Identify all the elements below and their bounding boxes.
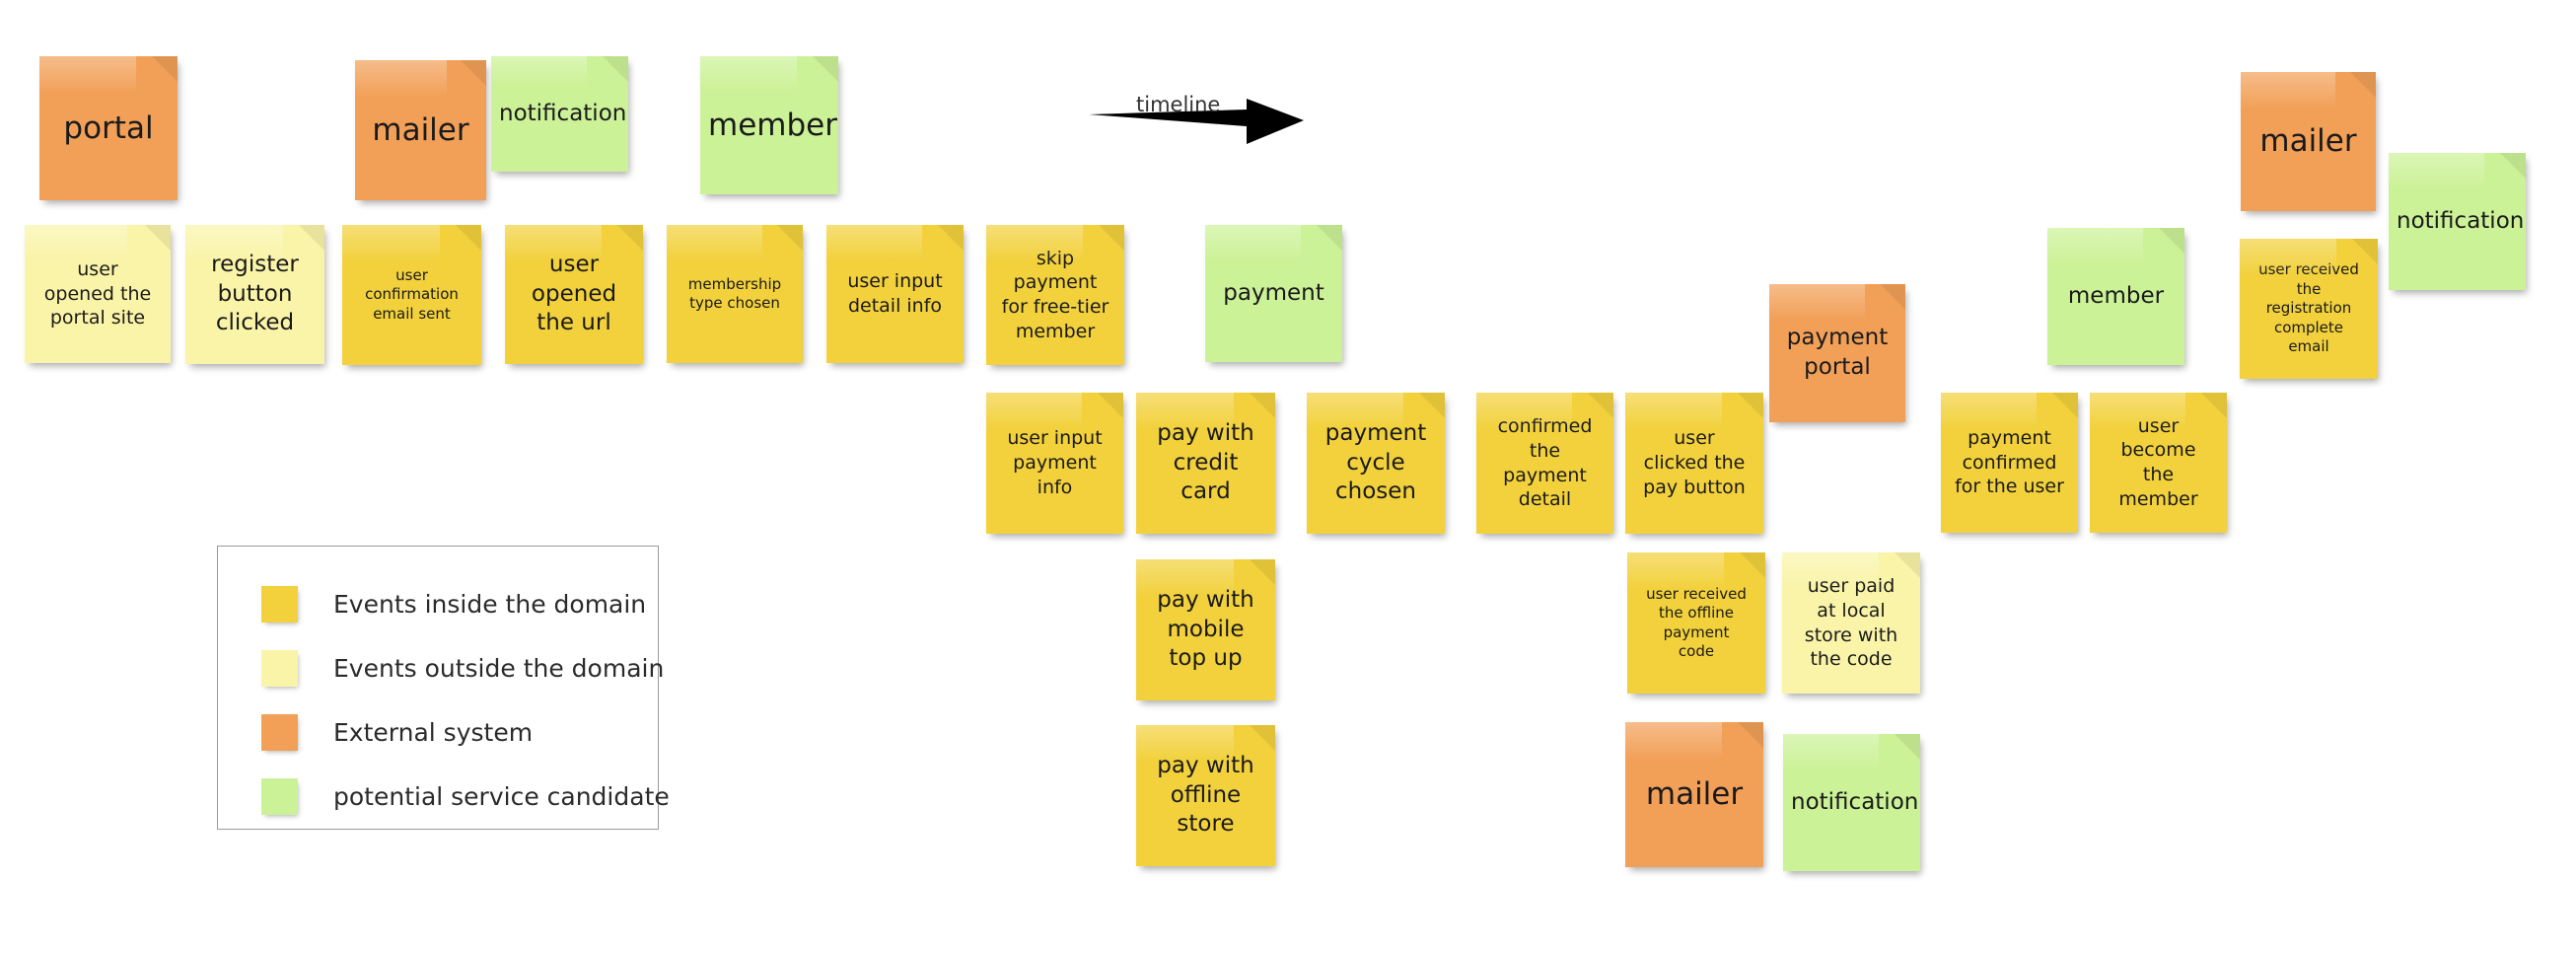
sticky-note-text: notification xyxy=(1791,788,1919,815)
sticky-note[interactable]: skip payment for free-tier member xyxy=(986,225,1124,365)
sticky-note[interactable]: user opened the portal site xyxy=(25,225,171,363)
sticky-note-text: user received the offline payment code xyxy=(1646,584,1747,661)
sticky-note-text: pay with offline store xyxy=(1157,752,1254,838)
sticky-note[interactable]: user received the offline payment code xyxy=(1627,552,1765,694)
sticky-note[interactable]: confirmed the payment detail xyxy=(1476,393,1613,534)
legend-swatch-inside xyxy=(261,586,298,623)
legend-item-label: potential service candidate xyxy=(333,782,670,811)
sticky-note[interactable]: user input detail info xyxy=(826,225,964,363)
sticky-note-text: user received the registration complete … xyxy=(2258,260,2359,356)
legend-item-label: Events outside the domain xyxy=(333,654,665,683)
sticky-note[interactable]: payment xyxy=(1205,225,1342,362)
sticky-note-text: user opened the url xyxy=(531,251,617,336)
sticky-note-text: pay with credit card xyxy=(1157,419,1254,505)
sticky-note[interactable]: portal xyxy=(39,56,178,200)
sticky-note-text: payment confirmed for the user xyxy=(1955,426,2064,498)
sticky-note[interactable]: payment portal xyxy=(1769,284,1905,422)
sticky-note-text: user opened the portal site xyxy=(43,257,152,330)
sticky-note[interactable]: user paid at local store with the code xyxy=(1782,552,1920,694)
sticky-note-text: payment xyxy=(1223,279,1324,306)
sticky-note[interactable]: member xyxy=(700,56,838,194)
sticky-note-text: skip payment for free-tier member xyxy=(1001,247,1109,342)
sticky-note-text: payment cycle chosen xyxy=(1324,419,1427,505)
sticky-note[interactable]: payment confirmed for the user xyxy=(1941,393,2078,533)
sticky-note-text: notification xyxy=(2397,207,2525,234)
sticky-note-text: user input detail info xyxy=(847,270,943,317)
timeline-label: timeline xyxy=(1136,93,1221,116)
legend-item: Events inside the domain xyxy=(261,572,648,636)
sticky-note[interactable]: user input payment info xyxy=(986,393,1123,534)
sticky-note-text: mailer xyxy=(2259,123,2357,160)
timeline-arrow: timeline xyxy=(1089,93,1304,144)
sticky-note[interactable]: register button clicked xyxy=(185,225,324,364)
legend-swatch-outside xyxy=(261,650,298,687)
sticky-note[interactable]: pay with offline store xyxy=(1136,725,1275,866)
sticky-note-text: confirmed the payment detail xyxy=(1497,415,1593,511)
sticky-note-text: mailer xyxy=(1645,776,1744,813)
event-storming-board: portal mailer notification member user opene… xyxy=(0,0,2576,953)
sticky-note-text: payment portal xyxy=(1786,325,1889,380)
sticky-note[interactable]: mailer xyxy=(1625,722,1763,867)
sticky-note-text: register button clicked xyxy=(211,251,299,336)
sticky-note[interactable]: mailer xyxy=(355,60,486,200)
sticky-note[interactable]: notification xyxy=(2389,153,2526,290)
sticky-note-text: user confirmation email sent xyxy=(365,265,459,323)
sticky-note[interactable]: user become the member xyxy=(2090,393,2227,533)
sticky-note[interactable]: user opened the url xyxy=(505,225,643,364)
legend-item-label: Events inside the domain xyxy=(333,590,647,619)
legend-item: potential service candidate xyxy=(261,765,670,829)
sticky-note-text: member xyxy=(708,107,837,143)
sticky-note[interactable]: notification xyxy=(1783,734,1920,871)
sticky-note-text: membership type chosen xyxy=(687,274,782,313)
sticky-note[interactable]: user received the registration complete … xyxy=(2240,239,2378,379)
sticky-note[interactable]: user clicked the pay button xyxy=(1625,393,1763,534)
sticky-note[interactable]: payment cycle chosen xyxy=(1307,393,1445,534)
sticky-note[interactable]: member xyxy=(2047,228,2184,365)
sticky-note-text: user clicked the pay button xyxy=(1643,427,1746,498)
sticky-note-text: mailer xyxy=(372,111,469,148)
sticky-note-text: portal xyxy=(63,110,154,146)
sticky-note-text: notification xyxy=(499,100,627,126)
sticky-note[interactable]: pay with credit card xyxy=(1136,393,1275,534)
legend-swatch-service xyxy=(261,778,298,815)
sticky-note-text: pay with mobile top up xyxy=(1157,586,1254,672)
legend-box: Events inside the domain Events outside t… xyxy=(217,546,670,830)
sticky-note-text: user paid at local store with the code xyxy=(1804,575,1898,671)
sticky-note[interactable]: membership type chosen xyxy=(667,225,803,363)
sticky-note-text: member xyxy=(2067,282,2165,309)
legend-item-label: External system xyxy=(333,718,534,747)
legend-swatch-external xyxy=(261,714,298,751)
legend-rows: Events inside the domain Events outside t… xyxy=(261,572,670,829)
sticky-note-text: user input payment info xyxy=(1007,427,1103,498)
legend-item: External system xyxy=(261,700,648,765)
sticky-note[interactable]: user confirmation email sent xyxy=(342,225,481,365)
legend-item: Events outside the domain xyxy=(261,636,664,700)
sticky-note-text: user become the member xyxy=(2118,414,2198,510)
sticky-note[interactable]: mailer xyxy=(2241,72,2376,211)
sticky-note[interactable]: notification xyxy=(491,56,628,172)
sticky-note[interactable]: pay with mobile top up xyxy=(1136,559,1275,700)
